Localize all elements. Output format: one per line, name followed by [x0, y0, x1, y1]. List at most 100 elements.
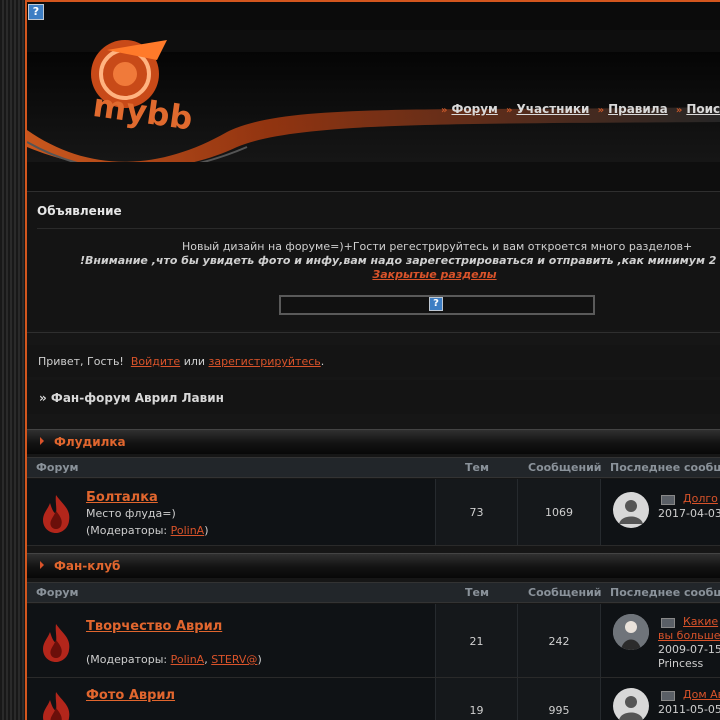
- topics-count-cell: 19: [436, 678, 518, 720]
- last-post-cell: Долго 2017-04-03: [601, 479, 720, 545]
- forum-description: Место флуда=): [86, 507, 176, 520]
- last-post-title-cont[interactable]: вы больше: [658, 629, 720, 642]
- forum-info-cell: Болталка Место флуда=) (Модераторы: Poli…: [82, 479, 436, 545]
- announcement-line-2: !Внимание ,что бы увидеть фото и инфу,ва…: [80, 254, 717, 267]
- go-to-post-icon[interactable]: [661, 618, 675, 628]
- closed-sections-link[interactable]: Закрытые разделы: [372, 268, 496, 281]
- column-headers: Форум Тем Сообщений Последнее сообщ: [27, 582, 720, 603]
- nav-separator-icon: »: [597, 105, 605, 116]
- category-arrow-icon: [40, 561, 44, 569]
- flame-icon: [43, 692, 70, 720]
- posts-count: 242: [548, 635, 570, 648]
- mybb-logo[interactable]: mybb: [57, 30, 217, 170]
- breadcrumb: » Фан-форум Аврил Лавин: [27, 380, 720, 414]
- welcome-bar: Привет, Гость! Войдите или зарегистрируй…: [27, 345, 720, 377]
- broken-image-icon: ?: [28, 4, 44, 20]
- welcome-dot: .: [320, 355, 325, 368]
- col-topics: Тем: [465, 461, 489, 474]
- category-arrow-icon: [40, 437, 44, 445]
- col-last: Последнее сообщ: [610, 461, 720, 474]
- nav-separator-icon: »: [441, 105, 448, 116]
- forum-info-cell: Фото Аврил: [82, 678, 436, 720]
- user-avatar-icon[interactable]: [613, 688, 649, 720]
- posts-count: 995: [548, 704, 570, 717]
- posts-count-cell: 995: [518, 678, 601, 720]
- forum-header: mybb »Форум »Участники »Правила »Поиск »…: [27, 30, 720, 192]
- go-to-post-icon[interactable]: [661, 495, 675, 505]
- go-to-post-icon[interactable]: [661, 691, 675, 701]
- forum-title-link[interactable]: Болталка: [86, 490, 158, 505]
- col-posts: Сообщений: [528, 461, 602, 474]
- left-background-strip: [0, 0, 25, 720]
- login-link[interactable]: Войдите: [131, 355, 180, 368]
- announcement-panel: Объявление Новый дизайн на форуме=)+Гост…: [27, 192, 720, 330]
- last-post-author: Princess: [658, 657, 704, 670]
- forum-row-creativity: Творчество Аврил (Модераторы: PolinA, ST…: [27, 604, 720, 678]
- topics-count: 19: [469, 704, 484, 717]
- broken-image-icon: ?: [429, 297, 443, 311]
- forum-moderators: (Модераторы: PolinA): [86, 524, 209, 537]
- forum-info-cell: Творчество Аврил (Модераторы: PolinA, ST…: [82, 604, 436, 677]
- last-post-date: 2017-04-03: [658, 507, 720, 520]
- topics-count: 73: [469, 506, 484, 519]
- forum-icon-cell: [27, 604, 82, 677]
- posts-count: 1069: [545, 506, 573, 519]
- posts-count-cell: 1069: [518, 479, 601, 545]
- nav-separator-icon: »: [675, 105, 683, 116]
- announcement-title: Объявление: [37, 204, 122, 218]
- welcome-or: или: [183, 355, 206, 368]
- last-post-title[interactable]: Дом Ав: [683, 688, 720, 701]
- col-forum: Форум: [36, 586, 79, 599]
- mod-suffix: ): [204, 524, 209, 537]
- topics-count-cell: 21: [436, 604, 518, 677]
- main-navigation: »Форум »Участники »Правила »Поиск »Р: [437, 102, 720, 116]
- moderator-link[interactable]: PolinA: [171, 653, 205, 666]
- forum-title-link[interactable]: Фото Аврил: [86, 688, 175, 703]
- forum-row-boltalka: Болталка Место флуда=) (Модераторы: Poli…: [27, 479, 720, 546]
- last-post-cell: Какие вы больше 2009-07-15 Princess: [601, 604, 720, 677]
- col-topics: Тем: [465, 586, 489, 599]
- category-title[interactable]: Флудилка: [54, 435, 126, 449]
- moderator-link[interactable]: PolinA: [171, 524, 205, 537]
- nav-rules-link[interactable]: Правила: [608, 102, 668, 116]
- page-wrapper: mybb »Форум »Участники »Правила »Поиск »…: [27, 2, 720, 720]
- nav-forum-link[interactable]: Форум: [451, 102, 497, 116]
- forum-moderators: (Модераторы: PolinA, STERV@): [86, 653, 262, 666]
- last-post-cell: Дом Ав 2011-05-05: [601, 678, 720, 720]
- nav-separator-icon: »: [506, 105, 513, 116]
- posts-count-cell: 242: [518, 604, 601, 677]
- nav-search-link[interactable]: Поиск: [686, 102, 720, 116]
- announcement-line-1: Новый дизайн на форуме=)+Гости регестрир…: [182, 240, 693, 253]
- user-avatar-icon[interactable]: [613, 614, 649, 650]
- forum-row-photos: Фото Аврил 19 995 Дом Ав 2011-05-05: [27, 678, 720, 720]
- register-link[interactable]: зарегистрируйтесь: [209, 355, 321, 368]
- welcome-greeting: Привет, Гость!: [38, 355, 124, 368]
- last-post-date: 2009-07-15: [658, 643, 720, 656]
- divider: [27, 332, 720, 333]
- category-header-fludilka[interactable]: Флудилка: [27, 429, 720, 454]
- mod-suffix: ): [257, 653, 262, 666]
- col-posts: Сообщений: [528, 586, 602, 599]
- announcement-divider: [37, 228, 720, 229]
- forum-icon-cell: [27, 479, 82, 545]
- last-post-title[interactable]: Какие: [683, 615, 718, 628]
- col-forum: Форум: [36, 461, 79, 474]
- category-title[interactable]: Фан-клуб: [54, 559, 120, 573]
- col-last: Последнее сообщ: [610, 586, 720, 599]
- last-post-date: 2011-05-05: [658, 703, 720, 716]
- category-header-fanclub[interactable]: Фан-клуб: [27, 553, 720, 578]
- last-post-title[interactable]: Долго: [683, 492, 718, 505]
- flame-icon: [43, 624, 70, 662]
- topics-count-cell: 73: [436, 479, 518, 545]
- top-bar: [27, 2, 720, 30]
- breadcrumb-text[interactable]: » Фан-форум Аврил Лавин: [39, 391, 224, 405]
- mod-prefix: (Модераторы:: [86, 524, 171, 537]
- moderator-link[interactable]: STERV@: [211, 653, 257, 666]
- forum-title-link[interactable]: Творчество Аврил: [86, 619, 222, 634]
- mod-prefix: (Модераторы:: [86, 653, 171, 666]
- flame-icon: [43, 495, 70, 533]
- welcome-text: Привет, Гость! Войдите или зарегистрируй…: [38, 355, 324, 368]
- topics-count: 21: [469, 635, 484, 648]
- user-avatar-icon[interactable]: [613, 492, 649, 528]
- nav-users-link[interactable]: Участники: [517, 102, 590, 116]
